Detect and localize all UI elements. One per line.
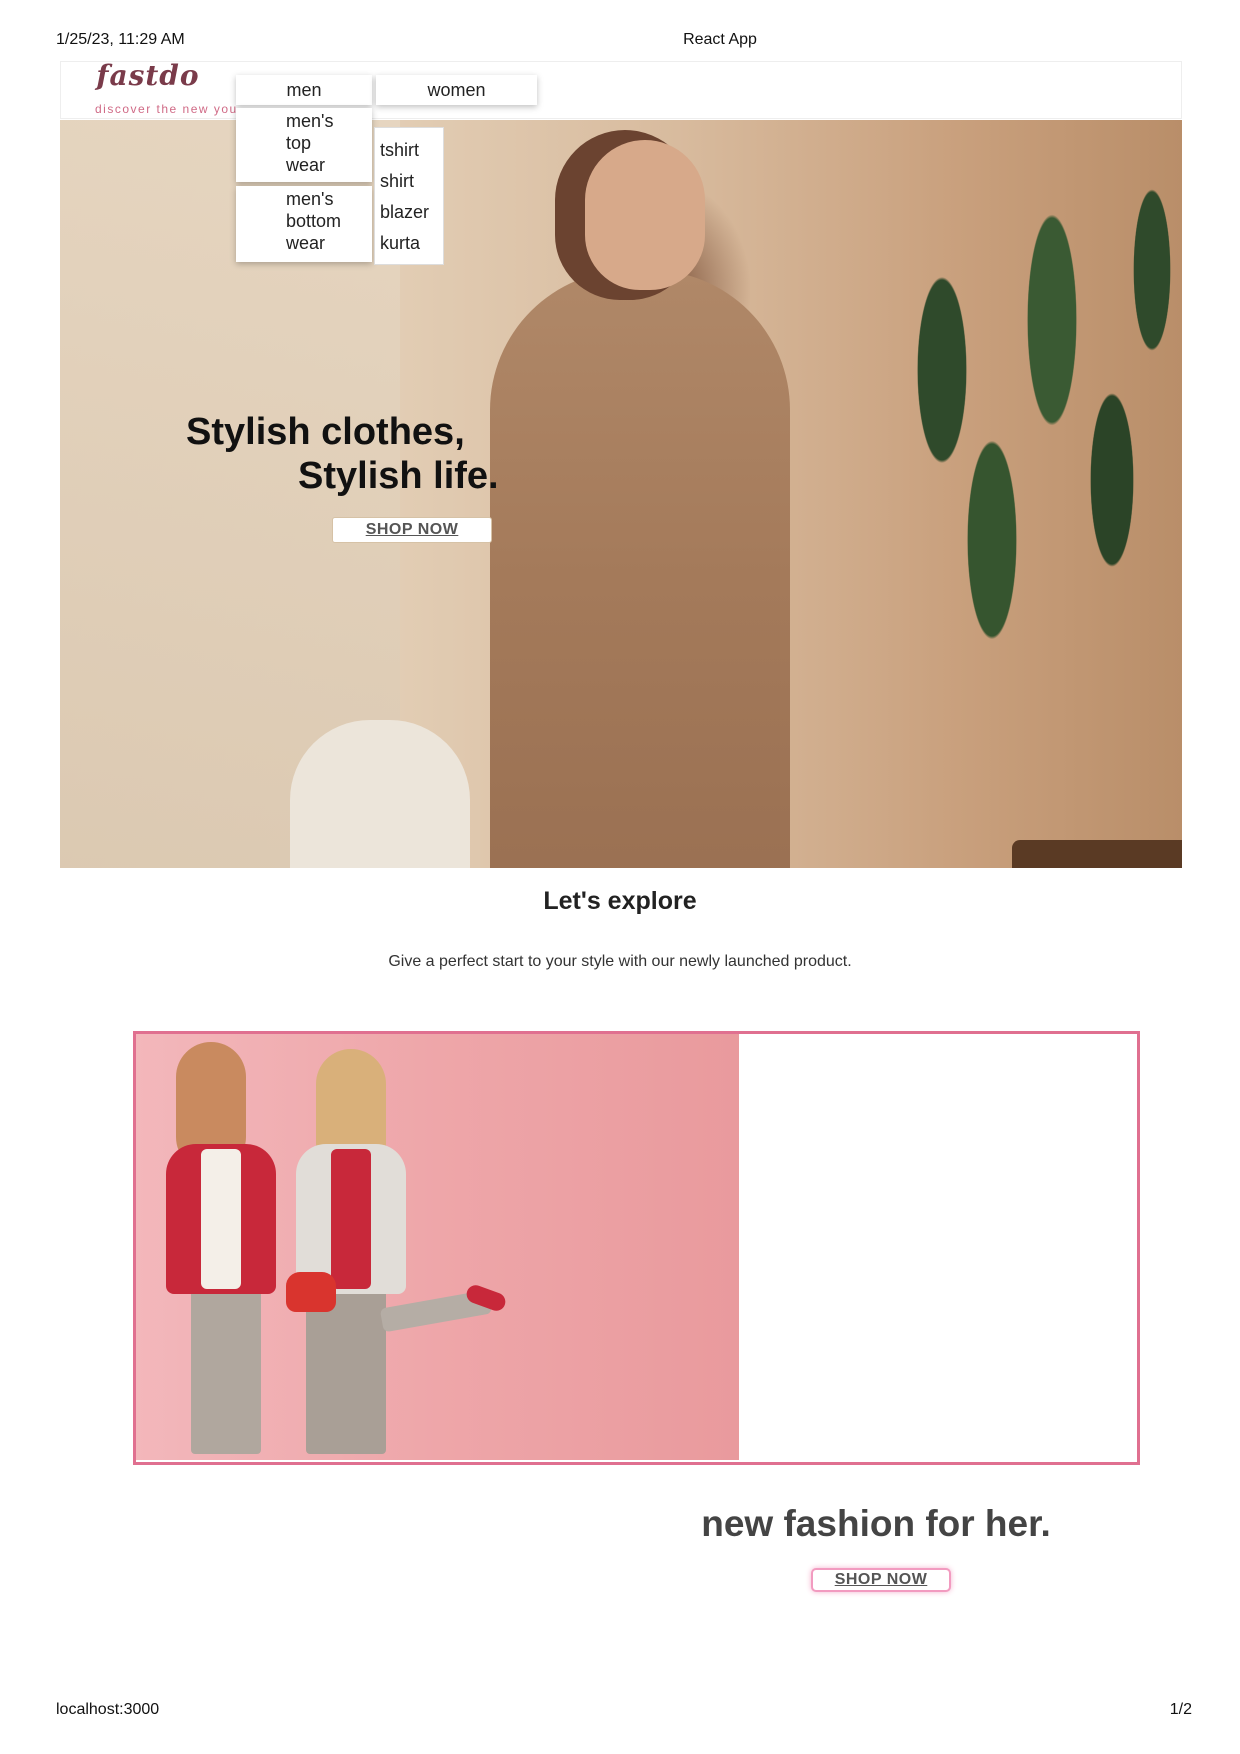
menu-item-label-line: wear <box>286 155 326 175</box>
menu-item-mens-bottom-wear[interactable]: men's bottom wear <box>236 186 372 262</box>
nav-menu-women[interactable]: women <box>376 75 537 105</box>
hero-model-head <box>585 140 705 290</box>
navbar: fastdo discover the new you <box>60 59 1182 120</box>
promo-handbag <box>286 1272 336 1312</box>
print-url: localhost:3000 <box>56 1701 160 1718</box>
explore-subtitle: Give a perfect start to your style with … <box>388 953 852 970</box>
nav-menu-men[interactable]: men <box>236 75 372 105</box>
print-page-number: 1/2 <box>1169 1701 1192 1718</box>
explore-heading: Let's explore <box>543 887 697 915</box>
promo-card <box>133 1031 1140 1465</box>
menu-item-label-line: men's <box>286 111 334 131</box>
menu-item-label-line: men's <box>286 189 334 209</box>
promo-model-2-legs <box>306 1289 386 1454</box>
hero-title: Stylish clothes, Stylish life. <box>186 410 586 498</box>
hero-title-line-1: Stylish clothes, <box>186 411 465 453</box>
promo-model-2-shirt <box>331 1149 371 1289</box>
logo-wordmark: fastdo <box>96 59 200 92</box>
hero-chair <box>290 720 470 868</box>
menu-item-mens-top-wear[interactable]: men's top wear <box>236 108 372 182</box>
promo-model-1-shirt <box>201 1149 241 1289</box>
hero-shop-now-button[interactable]: SHOP NOW <box>332 517 492 543</box>
promo-model-1-legs <box>191 1289 261 1454</box>
hero-model-figure <box>490 270 790 868</box>
submenu-item-shirt[interactable]: shirt <box>375 167 443 198</box>
promo-shop-now-button[interactable]: SHOP NOW <box>811 1568 951 1592</box>
submenu-item-blazer[interactable]: blazer <box>375 198 443 229</box>
hero-banner: Stylish clothes, Stylish life. SHOP NOW <box>60 120 1182 868</box>
submenu-top-wear: tshirt shirt blazer kurta <box>374 127 444 265</box>
submenu-item-kurta[interactable]: kurta <box>375 229 443 260</box>
promo-image <box>136 1034 739 1460</box>
submenu-item-tshirt[interactable]: tshirt <box>375 136 443 167</box>
hero-title-line-2: Stylish life. <box>298 455 499 497</box>
logo-tagline: discover the new you <box>95 102 238 116</box>
promo-heading: new fashion for her. <box>701 1503 1051 1544</box>
print-page-title: React App <box>683 31 757 48</box>
hero-plant <box>852 120 1182 868</box>
hero-plant-pot <box>1012 840 1182 868</box>
logo[interactable]: fastdo discover the new you <box>90 59 238 120</box>
menu-item-label-line: bottom <box>286 211 342 231</box>
menu-item-label-line: top <box>286 133 312 153</box>
menu-item-label-line: wear <box>286 233 326 253</box>
